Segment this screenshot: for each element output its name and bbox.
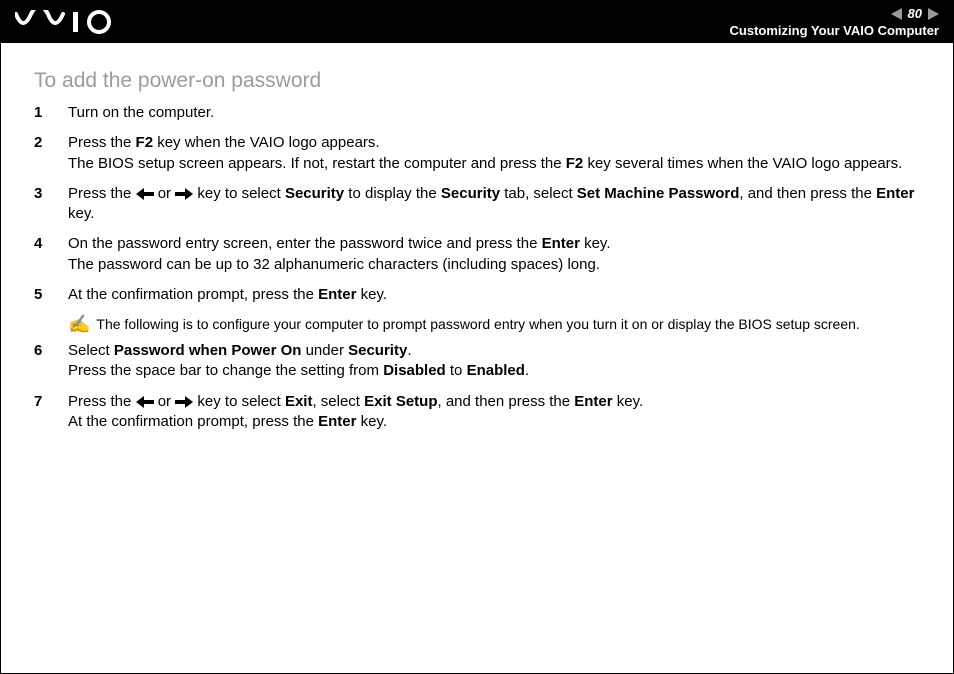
step-item: 2Press the F2 key when the VAIO logo app… xyxy=(34,133,925,174)
note-block: ✍ The following is to configure your com… xyxy=(68,315,925,333)
step-number: 6 xyxy=(34,341,68,361)
step-number: 1 xyxy=(34,103,68,123)
steps-list-continued: 6Select Password when Power On under Sec… xyxy=(34,341,925,432)
step-item: 7Press the or key to select Exit, select… xyxy=(34,392,925,433)
step-text: Turn on the computer. xyxy=(68,103,925,123)
note-icon: ✍ xyxy=(68,315,90,333)
step-text: Press the or key to select Exit, select … xyxy=(68,392,925,433)
step-text: Press the F2 key when the VAIO logo appe… xyxy=(68,133,925,174)
step-item: 5At the confirmation prompt, press the E… xyxy=(34,285,925,305)
left-arrow-icon xyxy=(136,185,154,202)
step-item: 4On the password entry screen, enter the… xyxy=(34,234,925,275)
header-right: 80 Customizing Your VAIO Computer xyxy=(730,6,939,38)
page-title: To add the power-on password xyxy=(34,69,925,93)
right-arrow-icon xyxy=(175,185,193,202)
step-item: 3Press the or key to select Security to … xyxy=(34,184,925,225)
page-content: To add the power-on password 1Turn on th… xyxy=(1,43,953,432)
step-text: At the confirmation prompt, press the En… xyxy=(68,285,925,305)
step-item: 6Select Password when Power On under Sec… xyxy=(34,341,925,382)
step-number: 7 xyxy=(34,392,68,412)
left-arrow-icon xyxy=(136,393,154,410)
step-number: 3 xyxy=(34,184,68,204)
note-text: The following is to configure your compu… xyxy=(96,315,859,333)
page-number: 80 xyxy=(908,6,922,21)
step-number: 2 xyxy=(34,133,68,153)
section-title: Customizing Your VAIO Computer xyxy=(730,23,939,38)
header-bar: 80 Customizing Your VAIO Computer xyxy=(1,1,953,43)
right-arrow-icon xyxy=(175,393,193,410)
step-text: Press the or key to select Security to d… xyxy=(68,184,925,225)
step-item: 1Turn on the computer. xyxy=(34,103,925,123)
vaio-logo xyxy=(15,10,135,34)
step-text: Select Password when Power On under Secu… xyxy=(68,341,925,382)
page-navigator: 80 xyxy=(891,6,939,21)
next-page-icon[interactable] xyxy=(928,8,939,20)
prev-page-icon[interactable] xyxy=(891,8,902,20)
step-text: On the password entry screen, enter the … xyxy=(68,234,925,275)
step-number: 4 xyxy=(34,234,68,254)
manual-page: 80 Customizing Your VAIO Computer To add… xyxy=(0,0,954,674)
steps-list: 1Turn on the computer.2Press the F2 key … xyxy=(34,103,925,305)
step-number: 5 xyxy=(34,285,68,305)
